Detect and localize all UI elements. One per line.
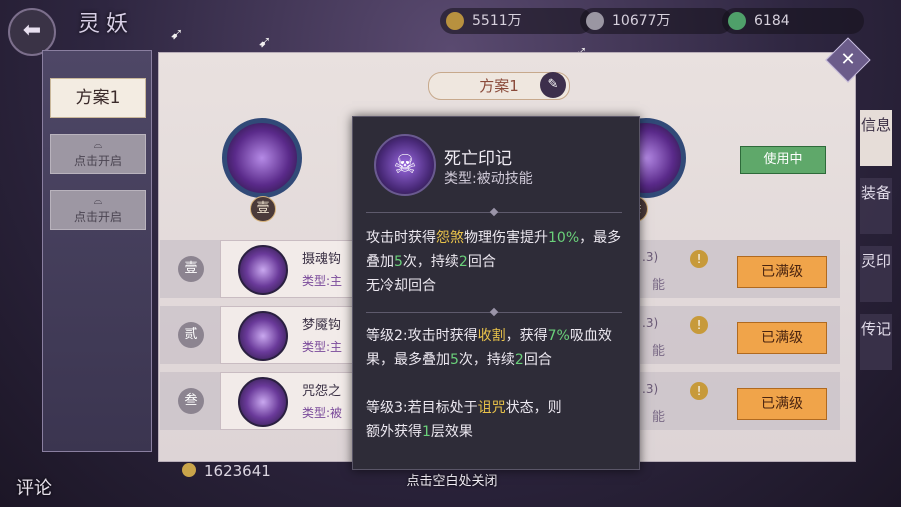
skill-type: 类型:主 xyxy=(302,340,343,354)
resource-value: 5511万 xyxy=(472,13,522,29)
plan-tab-1[interactable]: 方案1 xyxy=(50,78,146,118)
unlock-label: 点击开启 xyxy=(73,210,122,224)
back-button[interactable]: ⬅ xyxy=(8,8,56,56)
row-number: 叁 xyxy=(178,388,204,414)
coin-counter: 1623641 xyxy=(182,462,271,480)
tab-biography[interactable]: 传记 xyxy=(860,314,892,370)
row-number: 壹 xyxy=(178,256,204,282)
slot-badge: 壹 xyxy=(250,196,276,222)
skill-type: 类型:主 xyxy=(302,274,343,288)
skill-icon[interactable] xyxy=(238,377,288,427)
tooltip-effect-level1: 攻击时获得怨煞物理伤害提升10%，最多叠加5次，持续2回合 无冷却回合 xyxy=(366,230,622,294)
resource-value: 6184 xyxy=(754,13,790,29)
coin-value: 1623641 xyxy=(204,462,271,480)
skill-name: 摄魂钩 xyxy=(302,252,342,267)
edit-scheme-button[interactable]: ✎ xyxy=(540,72,566,98)
resource-copper: 5511万 xyxy=(440,8,592,34)
info-icon[interactable]: ! xyxy=(690,316,708,334)
tab-equipment[interactable]: 装备 xyxy=(860,178,892,234)
skull-icon: ☠ xyxy=(374,134,436,196)
tooltip-effect-level2: 等级2:攻击时获得收割，获得7%吸血效果，最多叠加5次，持续2回合 xyxy=(366,328,612,368)
info-icon[interactable]: ! xyxy=(690,382,708,400)
feather-icon xyxy=(586,12,604,30)
tab-info[interactable]: 信息 xyxy=(860,110,892,166)
gold-coin-icon xyxy=(182,463,196,477)
resource-value: 10677万 xyxy=(612,13,671,29)
lock-icon: ⌓ xyxy=(93,138,103,151)
bird-icon: ➹ xyxy=(258,32,272,51)
skill-desc-fragment: 能 xyxy=(652,278,666,293)
back-arrow-icon: ⬅ xyxy=(22,18,42,43)
info-icon[interactable]: ! xyxy=(690,250,708,268)
copper-coin-icon xyxy=(446,12,464,30)
close-hint[interactable]: 点击空白处关闭 xyxy=(352,470,552,489)
bird-icon: ➹ xyxy=(170,24,184,43)
page-title: 灵妖 xyxy=(78,12,135,37)
max-level-button[interactable]: 已满级 xyxy=(737,256,827,288)
resource-jade: 6184 xyxy=(722,8,864,34)
skill-level-text: .3) xyxy=(642,382,659,396)
skill-level-text: .3) xyxy=(642,316,659,330)
comment-button[interactable]: 评论 xyxy=(16,474,52,500)
max-level-button[interactable]: 已满级 xyxy=(737,388,827,420)
tooltip-effect-level3: 等级3:若目标处于诅咒状态，则 额外获得1层效果 xyxy=(366,400,562,440)
row-number: 贰 xyxy=(178,322,204,348)
skill-desc-fragment: 能 xyxy=(652,410,666,425)
plan-tab-locked[interactable]: ⌓ 点击开启 xyxy=(50,134,146,174)
tab-spirit-seal[interactable]: 灵印 xyxy=(860,246,892,302)
lock-icon: ⌓ xyxy=(93,194,103,207)
resource-feather: 10677万 xyxy=(580,8,732,34)
skill-desc-fragment: 能 xyxy=(652,344,666,359)
skill-name: 咒怨之 xyxy=(302,384,342,399)
max-level-button[interactable]: 已满级 xyxy=(737,322,827,354)
skill-name: 梦魇钩 xyxy=(302,318,342,333)
skill-level-text: .3) xyxy=(642,250,659,264)
tooltip-type: 类型:被动技能 xyxy=(444,171,533,187)
in-use-badge: 使用中 xyxy=(740,146,826,174)
skill-icon[interactable] xyxy=(238,245,288,295)
unlock-label: 点击开启 xyxy=(73,154,122,168)
close-icon: ✕ xyxy=(840,49,856,70)
skill-icon[interactable] xyxy=(238,311,288,361)
pencil-icon: ✎ xyxy=(547,77,559,92)
skill-type: 类型:被 xyxy=(302,406,343,420)
skill-slot-orb[interactable] xyxy=(222,118,302,198)
plan-tab-locked[interactable]: ⌓ 点击开启 xyxy=(50,190,146,230)
tooltip-title: 死亡印记 xyxy=(444,149,512,169)
jade-icon xyxy=(728,12,746,30)
